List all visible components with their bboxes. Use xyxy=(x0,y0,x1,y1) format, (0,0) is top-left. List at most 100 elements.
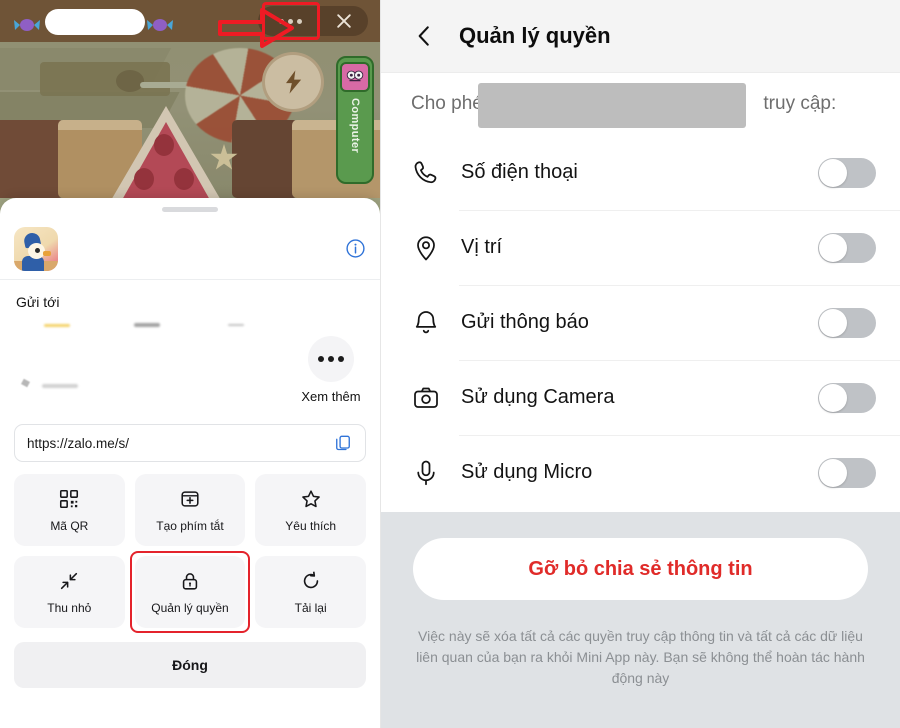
permission-label: Gửi thông báo xyxy=(461,311,589,333)
location-pin-icon xyxy=(411,233,441,263)
computer-side-widget[interactable]: Computer xyxy=(336,56,374,184)
copy-link-button[interactable] xyxy=(333,433,353,453)
app-header-row xyxy=(0,218,380,280)
tile-create-shortcut[interactable]: Tạo phím tắt xyxy=(134,474,246,546)
remove-sharing-label: Gỡ bỏ chia sẻ thông tin xyxy=(528,557,753,580)
cookie-badge-icon xyxy=(262,52,324,112)
chevron-left-icon xyxy=(418,26,429,46)
permission-row-notifications[interactable]: Gửi thông báo xyxy=(381,285,900,360)
cake-brick xyxy=(232,120,298,198)
computer-widget-thumbnail xyxy=(340,62,370,92)
contact-suggestion-row: Xem thêm xyxy=(0,314,380,422)
left-phone-screen: Computer Gửi tới Xem thêm https://zalo.m… xyxy=(0,0,380,728)
tile-label: Yêu thích xyxy=(285,518,336,533)
sheet-drag-handle[interactable] xyxy=(162,207,218,212)
close-sheet-button[interactable]: Đóng xyxy=(14,642,366,688)
permission-toggle[interactable] xyxy=(818,307,876,338)
permission-row-camera[interactable]: Sử dụng Camera xyxy=(381,360,900,435)
share-link-field[interactable]: https://zalo.me/s/ xyxy=(14,424,366,462)
cake-berry xyxy=(154,134,174,156)
permissions-header: Quản lý quyền xyxy=(381,0,900,73)
close-icon xyxy=(337,14,351,28)
tile-label: Tạo phím tắt xyxy=(156,518,224,533)
bell-icon xyxy=(411,308,441,338)
permission-list: Số điện thoại Vị trí Gửi thông báo Sử dụ… xyxy=(381,135,900,510)
permissions-footer: Gỡ bỏ chia sẻ thông tin Việc này sẽ xóa … xyxy=(381,512,900,728)
tile-minimize[interactable]: Thu nhỏ xyxy=(14,556,125,628)
redacted-contact xyxy=(42,384,78,388)
dot xyxy=(338,356,344,362)
footer-note: Việc này sẽ xóa tất cả các quyền truy cậ… xyxy=(416,628,865,686)
camera-icon xyxy=(411,383,441,413)
page-title: Quản lý quyền xyxy=(459,23,611,48)
permission-row-location[interactable]: Vị trí xyxy=(381,210,900,285)
mini-app-name-redacted xyxy=(478,83,746,128)
reload-icon xyxy=(303,571,318,588)
redacted-contact xyxy=(21,378,30,388)
close-button[interactable] xyxy=(322,6,366,36)
close-sheet-label: Đóng xyxy=(172,657,208,673)
tile-reload[interactable]: Tải lại xyxy=(255,556,366,628)
permission-label: Sử dụng Micro xyxy=(461,461,593,483)
mini-app-topbar xyxy=(0,0,380,48)
toggle-knob xyxy=(819,383,847,412)
permissions-screen: Quản lý quyền Cho phép truy cập: Số điện… xyxy=(380,0,900,728)
annotation-arrow-icon xyxy=(218,8,294,48)
microphone-icon xyxy=(411,458,441,488)
permission-row-phone[interactable]: Số điện thoại xyxy=(381,135,900,210)
toggle-knob xyxy=(819,308,847,337)
remove-sharing-button[interactable]: Gỡ bỏ chia sẻ thông tin xyxy=(413,538,868,600)
redacted-contact xyxy=(44,324,70,327)
permission-toggle[interactable] xyxy=(818,232,876,263)
toggle-knob xyxy=(819,158,847,187)
info-button[interactable] xyxy=(344,238,366,260)
permission-label: Vị trí xyxy=(461,236,503,258)
tile-favorite[interactable]: Yêu thích xyxy=(255,474,366,546)
permission-toggle[interactable] xyxy=(818,157,876,188)
game-cake-row xyxy=(0,106,380,198)
toggle-knob xyxy=(819,233,847,262)
character-thumbnail-icon xyxy=(346,70,364,82)
tile-qr-code[interactable]: Mã QR xyxy=(14,474,125,546)
mini-app-name-redacted xyxy=(45,9,145,35)
add-shortcut-icon xyxy=(181,490,199,507)
toggle-knob xyxy=(819,458,847,487)
screenshot-root: Computer Gửi tới Xem thêm https://zalo.m… xyxy=(0,0,900,728)
back-button[interactable] xyxy=(411,23,437,49)
tile-label: Thu nhỏ xyxy=(47,600,92,615)
game-log xyxy=(40,62,170,96)
star-icon xyxy=(301,489,320,507)
permission-toggle[interactable] xyxy=(818,457,876,488)
tile-manage-permissions[interactable]: Quản lý quyền xyxy=(129,551,250,633)
permission-row-microphone[interactable]: Sử dụng Micro xyxy=(381,435,900,510)
app-icon-eye xyxy=(35,247,40,253)
qr-code-icon xyxy=(60,489,79,508)
tile-label: Mã QR xyxy=(50,518,89,533)
permission-label: Sử dụng Camera xyxy=(461,386,615,408)
redacted-contact xyxy=(134,323,160,327)
permission-toggle[interactable] xyxy=(818,382,876,413)
mini-app-icon xyxy=(14,226,58,271)
share-link-text: https://zalo.me/s/ xyxy=(27,435,130,451)
see-more-button[interactable]: Xem thêm xyxy=(300,336,362,404)
lightning-bolt-icon xyxy=(286,70,302,94)
lock-icon xyxy=(182,572,198,590)
dot xyxy=(318,356,324,362)
computer-widget-label: Computer xyxy=(349,98,361,154)
minimize-icon xyxy=(61,572,78,589)
action-tile-grid: Mã QR Tạo phím tắt Yêu thích Thu nhỏ Quả… xyxy=(0,462,380,633)
cake-berry xyxy=(174,168,194,190)
cake-brick xyxy=(0,120,64,198)
game-stick xyxy=(140,82,192,88)
cake-berry xyxy=(134,168,154,190)
candy-decoration-icon xyxy=(147,19,173,31)
permission-label: Số điện thoại xyxy=(461,161,578,183)
share-bottom-sheet: Gửi tới Xem thêm https://zalo.me/s/ Mã Q… xyxy=(0,198,380,728)
send-to-title: Gửi tới xyxy=(16,294,60,310)
see-more-label: Xem thêm xyxy=(301,389,361,404)
allow-suffix: truy cập: xyxy=(763,93,837,114)
copy-icon xyxy=(336,435,350,451)
mini-app-name-redacted xyxy=(70,239,344,258)
tile-label: Tải lại xyxy=(294,600,327,615)
tile-label: Quản lý quyền xyxy=(151,600,229,615)
